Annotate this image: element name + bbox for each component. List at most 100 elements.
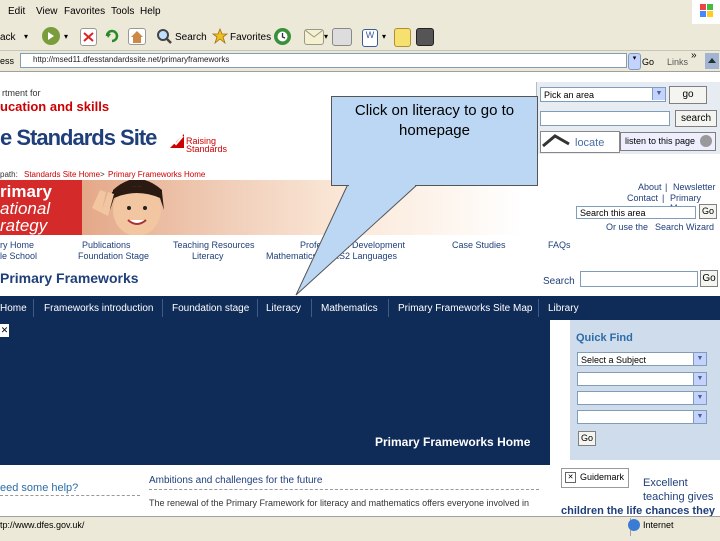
chevron-down-icon: ▼ — [693, 411, 706, 423]
breadcrumb-home-link[interactable]: Standards Site Home — [24, 170, 100, 179]
breadcrumb-prefix: path: — [0, 170, 18, 179]
messenger-icon[interactable] — [416, 28, 434, 46]
refresh-icon[interactable] — [104, 28, 120, 44]
history-icon[interactable] — [274, 28, 291, 45]
callout-box: Click on literacy to go to homepage — [331, 96, 538, 186]
address-dropdown-icon[interactable]: ▾ — [628, 53, 641, 70]
home-icon[interactable] — [128, 28, 146, 45]
scrollbar-up-icon[interactable] — [705, 53, 719, 69]
word-icon[interactable]: W — [362, 29, 378, 47]
filter-select-3[interactable]: ▼ — [577, 391, 707, 405]
banner-line3: rategy — [0, 216, 48, 235]
frameworks-go-button[interactable]: Go — [700, 270, 718, 287]
nav-foundation-stage[interactable]: Foundation Stage — [78, 251, 149, 261]
nav-publications[interactable]: Publications — [82, 240, 131, 250]
guidemark-label: Guidemark — [580, 472, 625, 482]
dropdown-arrow-icon[interactable]: ▾ — [24, 32, 28, 41]
forward-dropdown-icon[interactable]: ▾ — [64, 32, 68, 41]
frameworks-search-label: Search — [543, 276, 575, 287]
or-use-text: Or use the — [606, 222, 649, 232]
nav-foundation-tab[interactable]: Foundation stage — [172, 303, 249, 314]
excellent-line1: Excellent — [643, 477, 688, 489]
nav-divider — [162, 299, 163, 317]
nav-home-tab[interactable]: Home — [0, 303, 27, 314]
menu-edit[interactable]: Edit — [8, 6, 25, 17]
pick-area-select[interactable]: Pick an area ▼ — [540, 87, 666, 102]
mail-icon[interactable] — [304, 29, 324, 45]
breadcrumb-sep: > — [100, 170, 105, 179]
forward-icon[interactable] — [42, 27, 60, 45]
menu-help[interactable]: Help — [140, 6, 161, 17]
nav-case-studies[interactable]: Case Studies — [452, 240, 506, 250]
excellent-line2: teaching gives — [643, 491, 714, 503]
search-area-value: Search this area — [580, 208, 646, 218]
menu-favorites[interactable]: Favorites — [64, 6, 105, 17]
locate-label: locate — [575, 137, 605, 149]
ambitions-heading[interactable]: Ambitions and challenges for the future — [149, 475, 322, 486]
menu-tools[interactable]: Tools — [111, 6, 134, 17]
menu-view[interactable]: View — [36, 6, 58, 17]
menu-bar: Edit View Favorites Tools Help — [0, 0, 720, 25]
nav-library-tab[interactable]: Library — [548, 303, 579, 314]
guidemark-box[interactable]: ✕ Guidemark — [561, 468, 629, 488]
listen-button[interactable]: listen to this page — [620, 132, 716, 151]
sep-bar-2: | — [662, 193, 665, 203]
sep-bar: | — [665, 182, 668, 192]
links-chevron[interactable]: » — [691, 50, 697, 61]
nav-teaching-resources[interactable]: Teaching Resources — [173, 240, 255, 250]
nav-primary-home[interactable]: ry Home — [0, 240, 34, 250]
nav-divider — [257, 299, 258, 317]
site-title[interactable]: e Standards Site — [0, 125, 157, 151]
nav-divider — [538, 299, 539, 317]
about-link[interactable]: About — [638, 182, 662, 192]
area-go-button[interactable]: go — [669, 86, 707, 104]
close-icon[interactable]: ✕ — [0, 324, 9, 337]
nav-divider — [33, 299, 34, 317]
callout-join — [349, 183, 415, 186]
search-icon[interactable] — [156, 28, 172, 44]
favorites-button-label[interactable]: Favorites — [230, 32, 271, 43]
back-button-label[interactable]: ack — [0, 32, 16, 43]
callout-text: Click on literacy to go to homepage — [354, 102, 515, 139]
frameworks-search-input[interactable] — [580, 271, 698, 287]
chevron-down-icon: ▼ — [652, 88, 665, 100]
filter-select-4[interactable]: ▼ — [577, 410, 707, 424]
subject-select[interactable]: Select a Subject ▼ — [577, 352, 707, 366]
search-area-go-button[interactable]: Go — [699, 204, 717, 219]
nav-literacy[interactable]: Literacy — [192, 251, 224, 261]
filter-select-2[interactable]: ▼ — [577, 372, 707, 386]
locate-logo[interactable]: locate — [540, 131, 620, 153]
nav-faqs[interactable]: FAQs — [548, 240, 571, 250]
subject-select-value: Select a Subject — [581, 355, 647, 365]
search-area-input[interactable]: Search this area — [576, 206, 696, 219]
quick-find-go-button[interactable]: Go — [578, 431, 596, 446]
go-button[interactable]: Go — [642, 57, 654, 67]
site-search-input[interactable] — [540, 111, 670, 126]
help-heading[interactable]: eed some help? — [0, 482, 78, 494]
breadcrumb-current: Primary Frameworks Home — [108, 170, 206, 179]
print-icon[interactable] — [332, 28, 352, 46]
favorites-star-icon[interactable] — [211, 27, 229, 45]
address-url: http://msed11.dfesstandardssite.net/prim… — [33, 55, 230, 64]
address-label: ess — [0, 56, 15, 66]
raising-standards-logo-icon — [170, 134, 184, 148]
links-label[interactable]: Links — [667, 57, 688, 67]
search-wizard-link[interactable]: Search Wizard — [655, 222, 714, 232]
site-search-button[interactable]: search — [675, 110, 717, 127]
status-bar — [0, 516, 720, 541]
search-button-label[interactable]: Search — [175, 32, 207, 43]
edit-dropdown-icon[interactable]: ▾ — [382, 32, 386, 41]
dfes-line1: rtment for — [2, 88, 41, 98]
mail-dropdown-icon[interactable]: ▾ — [324, 32, 328, 41]
address-input[interactable]: http://msed11.dfesstandardssite.net/prim… — [20, 53, 627, 68]
nav-school[interactable]: le School — [0, 251, 37, 261]
status-zone: Internet — [643, 520, 674, 530]
newsletter-link[interactable]: Newsletter — [673, 182, 716, 192]
discuss-icon[interactable] — [394, 28, 411, 47]
stop-icon[interactable] — [80, 28, 97, 46]
nav-frameworks-intro-tab[interactable]: Frameworks introduction — [44, 303, 153, 314]
contact-link[interactable]: Contact — [627, 193, 658, 203]
divider — [0, 495, 140, 496]
pick-area-value: Pick an area — [544, 90, 595, 100]
dfes-line2[interactable]: ucation and skills — [0, 99, 109, 114]
